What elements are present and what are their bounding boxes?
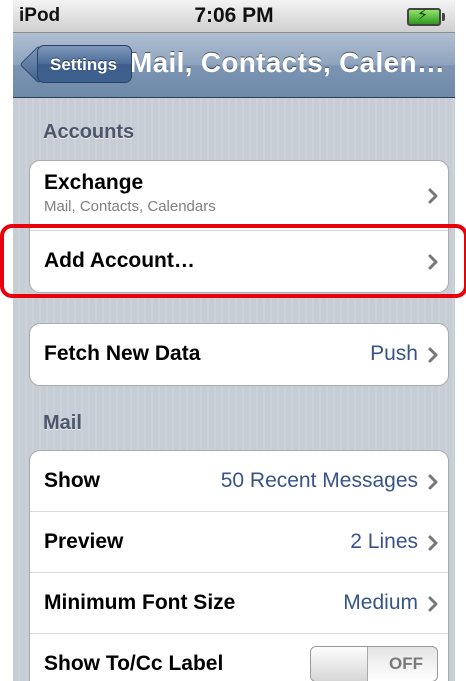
toggle-knob[interactable]: [311, 647, 368, 681]
account-name: Exchange: [44, 171, 144, 194]
show-tocc-toggle[interactable]: OFF: [310, 646, 438, 681]
fetch-group: Fetch New Data Push: [29, 323, 449, 386]
fetch-new-data-value: Push: [370, 342, 418, 365]
show-tocc-label-row: Show To/Cc Label OFF: [30, 634, 448, 681]
accounts-group: Exchange Mail, Contacts, Calendars Add A…: [29, 160, 449, 293]
toggle-state-text: OFF: [389, 654, 423, 673]
chevron-right-icon: [428, 347, 438, 363]
chevron-right-icon: [428, 535, 438, 551]
fetch-new-data-row[interactable]: Fetch New Data Push: [30, 324, 448, 385]
show-label: Show: [44, 469, 100, 492]
account-services: Mail, Contacts, Calendars: [44, 198, 216, 215]
minimum-font-size-row[interactable]: Minimum Font Size Medium: [30, 573, 448, 634]
ipod-screen: iPod 7:06 PM ⚡ Settings Mail, Contacts, …: [13, 0, 455, 681]
account-row-exchange[interactable]: Exchange Mail, Contacts, Calendars: [30, 161, 448, 231]
show-value: 50 Recent Messages: [220, 469, 418, 492]
chevron-right-icon: [428, 188, 438, 204]
status-bar: iPod 7:06 PM ⚡: [13, 0, 455, 33]
preview-label: Preview: [44, 530, 124, 553]
preview-row[interactable]: Preview 2 Lines: [30, 512, 448, 573]
minimum-font-size-value: Medium: [343, 591, 418, 614]
settings-back-button[interactable]: Settings: [37, 45, 133, 83]
status-time: 7:06 PM: [194, 4, 274, 27]
page-title: Mail, Contacts, Calen…: [129, 47, 446, 78]
preview-value: 2 Lines: [350, 530, 418, 553]
chevron-right-icon: [428, 474, 438, 490]
minimum-font-size-label: Minimum Font Size: [44, 591, 236, 614]
mail-group: Show 50 Recent Messages Preview 2 Lines …: [29, 450, 449, 681]
battery-icon: ⚡: [407, 7, 445, 26]
navigation-bar: Settings Mail, Contacts, Calen…: [13, 33, 455, 98]
accounts-section-header: Accounts: [43, 121, 135, 143]
charging-bolt-icon: ⚡: [417, 7, 429, 24]
add-account-row[interactable]: Add Account…: [30, 231, 448, 292]
add-account-label: Add Account…: [44, 249, 195, 272]
mail-section-header: Mail: [43, 412, 82, 434]
chevron-right-icon: [428, 596, 438, 612]
fetch-new-data-label: Fetch New Data: [44, 342, 201, 365]
chevron-right-icon: [428, 254, 438, 270]
show-tocc-label: Show To/Cc Label: [44, 652, 224, 675]
show-messages-row[interactable]: Show 50 Recent Messages: [30, 451, 448, 512]
